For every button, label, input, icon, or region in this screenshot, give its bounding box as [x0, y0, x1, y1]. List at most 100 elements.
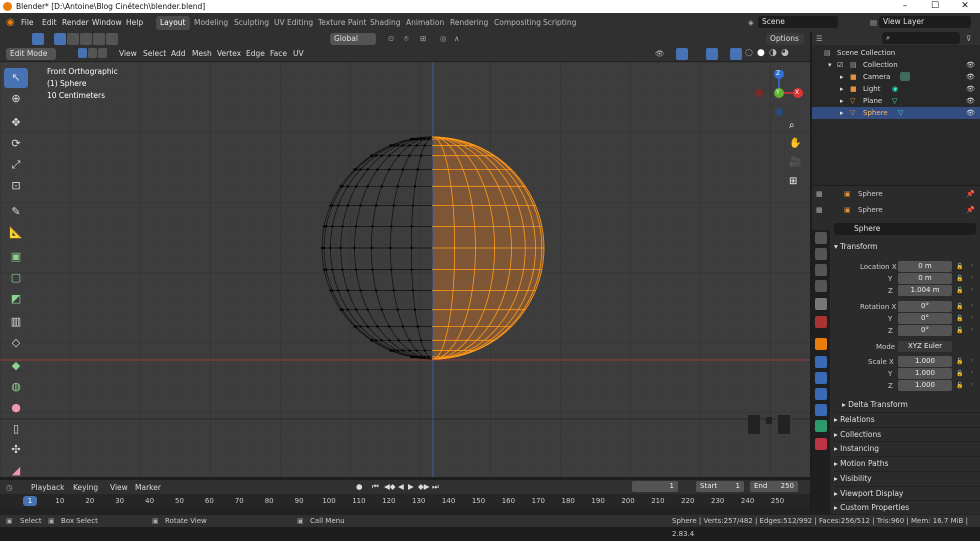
scene-tab-icon[interactable]	[815, 298, 827, 310]
tab-modeling[interactable]: Modeling	[190, 16, 232, 30]
object-tab-icon[interactable]	[815, 338, 827, 350]
outliner-item-camera[interactable]: ▸ ■ Camera 👁	[812, 71, 980, 83]
location-z-field[interactable]: 1.004 m	[898, 285, 952, 296]
properties-editor-icon[interactable]: ▦	[816, 188, 823, 200]
select-box-icon[interactable]	[54, 33, 66, 45]
menu-help[interactable]: Help	[126, 13, 143, 32]
camera-view-icon[interactable]: 🎥	[789, 157, 801, 169]
menu-edge[interactable]: Edge	[246, 48, 265, 60]
measure-tool[interactable]: 📐	[4, 223, 28, 243]
close-button[interactable]: ✕	[950, 0, 980, 13]
next-keyframe-button[interactable]: ◆▶	[418, 481, 430, 493]
pan-hand-icon[interactable]: ✋	[789, 138, 801, 150]
rotation-x-field[interactable]: 0°	[898, 301, 952, 312]
visibility-icon[interactable]: 👁	[655, 48, 665, 60]
motion-paths-panel[interactable]: ▸ Motion Paths	[834, 456, 980, 470]
zoom-icon[interactable]: ⌕	[789, 120, 795, 132]
lock-icon[interactable]: 🔓	[956, 380, 963, 391]
jump-start-button[interactable]: ⏮	[372, 481, 379, 493]
play-button[interactable]: ▶	[408, 481, 414, 493]
modifier-tab-icon[interactable]	[815, 356, 827, 368]
render-tab-icon[interactable]	[815, 248, 827, 260]
select-intersect-icon[interactable]	[106, 33, 118, 45]
keyframe-dot-icon[interactable]: ◦	[970, 285, 974, 296]
spin-tool[interactable]: ◍	[4, 377, 28, 397]
keyframe-dot-icon[interactable]: ◦	[970, 368, 974, 379]
location-y-field[interactable]: 0 m	[898, 273, 952, 284]
tab-rendering[interactable]: Rendering	[446, 16, 492, 30]
transform-tool[interactable]: ⊡	[4, 176, 28, 196]
menu-mesh[interactable]: Mesh	[192, 48, 212, 60]
world-tab-icon[interactable]	[815, 316, 827, 328]
outliner-scene-collection[interactable]: ▤ Scene Collection	[812, 47, 980, 59]
expand-arrow-icon[interactable]: ▾	[828, 59, 832, 71]
end-frame-field[interactable]: End 250	[750, 481, 798, 492]
gizmo-toggle-icon[interactable]	[676, 48, 688, 60]
move-tool[interactable]: ✥	[4, 113, 28, 133]
custom-properties-panel[interactable]: ▸ Custom Properties	[834, 500, 980, 514]
tab-uv-editing[interactable]: UV Editing	[270, 16, 317, 30]
edge-slide-tool[interactable]: ▯	[4, 419, 28, 439]
menu-vertex[interactable]: Vertex	[217, 48, 241, 60]
keyframe-dot-icon[interactable]: ◦	[970, 325, 974, 336]
current-frame-field[interactable]: 1	[632, 481, 678, 492]
tab-layout[interactable]: Layout	[156, 16, 190, 30]
minimize-button[interactable]: –	[890, 0, 920, 13]
tab-texture-paint[interactable]: Texture Paint	[314, 16, 370, 30]
outliner-item-sphere[interactable]: ▸ ▽ Sphere ▽ 👁	[812, 107, 980, 119]
smooth-tool[interactable]: ●	[4, 398, 28, 418]
timeline-editor-icon[interactable]: ◷	[6, 482, 13, 494]
outliner-editor-icon[interactable]: ☰	[816, 33, 823, 45]
menu-uv[interactable]: UV	[293, 48, 304, 60]
ortho-grid-icon[interactable]: ⊞	[789, 176, 797, 188]
material-tab-icon[interactable]	[815, 438, 827, 450]
location-x-field[interactable]: 0 m	[898, 261, 952, 272]
visibility-eye-icon[interactable]: 👁	[966, 71, 975, 83]
snap-target-icon[interactable]: ⊞	[420, 33, 426, 45]
lock-icon[interactable]: 🔓	[956, 273, 963, 284]
timeline-menu-view[interactable]: View	[110, 482, 128, 494]
menu-add[interactable]: Add	[171, 48, 186, 60]
edge-select-icon[interactable]	[88, 48, 97, 58]
navigation-gizmo[interactable]: Z Y X	[755, 69, 805, 120]
scale-y-field[interactable]: 1.000	[898, 368, 952, 379]
timeline-menu-marker[interactable]: Marker	[135, 482, 161, 494]
proportional-edit-icon[interactable]: ◎	[440, 33, 447, 45]
scene-selector[interactable]: Scene	[758, 16, 838, 28]
options-dropdown[interactable]: Options	[766, 33, 804, 45]
lock-icon[interactable]: 🔓	[956, 356, 963, 367]
visibility-eye-icon[interactable]: 👁	[966, 107, 975, 119]
menu-edit[interactable]: Edit	[42, 13, 57, 32]
rotate-tool[interactable]: ⟳	[4, 134, 28, 154]
falloff-icon[interactable]: ∧	[454, 33, 460, 45]
cursor-tool[interactable]: ⊕	[4, 89, 28, 109]
lock-icon[interactable]: 🔓	[956, 325, 963, 336]
shear-tool[interactable]: ◢	[4, 461, 28, 481]
prev-keyframe-button[interactable]: ◀◆	[384, 481, 396, 493]
lock-icon[interactable]: 🔓	[956, 261, 963, 272]
expand-arrow-icon[interactable]: ▸	[840, 83, 844, 95]
menu-window[interactable]: Window	[92, 13, 122, 32]
particles-tab-icon[interactable]	[815, 372, 827, 384]
lock-icon[interactable]: 🔓	[956, 313, 963, 324]
overlay-toggle-icon[interactable]	[706, 48, 718, 60]
delta-transform-panel[interactable]: ▸ Delta Transform	[842, 398, 980, 412]
select-mode-tweak-icon[interactable]	[32, 33, 44, 45]
tab-sculpting[interactable]: Sculpting	[230, 16, 273, 30]
visibility-eye-icon[interactable]: 👁	[966, 59, 975, 71]
xray-toggle-icon[interactable]	[730, 48, 742, 60]
instancing-panel[interactable]: ▸ Instancing	[834, 441, 980, 455]
keyframe-dot-icon[interactable]: ◦	[970, 261, 974, 272]
material-shading-icon[interactable]: ◑	[769, 47, 777, 59]
select-extend-icon[interactable]	[67, 33, 79, 45]
visibility-eye-icon[interactable]: 👁	[966, 95, 975, 107]
rendered-shading-icon[interactable]: ◕	[781, 47, 789, 59]
select-tool[interactable]: ↖	[4, 68, 28, 88]
relations-panel[interactable]: ▸ Relations	[834, 412, 980, 426]
select-subtract-icon[interactable]	[80, 33, 92, 45]
rotation-y-field[interactable]: 0°	[898, 313, 952, 324]
tool-tab-icon[interactable]	[815, 232, 827, 244]
pin-icon[interactable]: 📌	[966, 204, 975, 216]
outliner-collection[interactable]: ▾ ☑ ▤ Collection 👁	[812, 59, 980, 71]
maximize-button[interactable]: ☐	[920, 0, 950, 13]
